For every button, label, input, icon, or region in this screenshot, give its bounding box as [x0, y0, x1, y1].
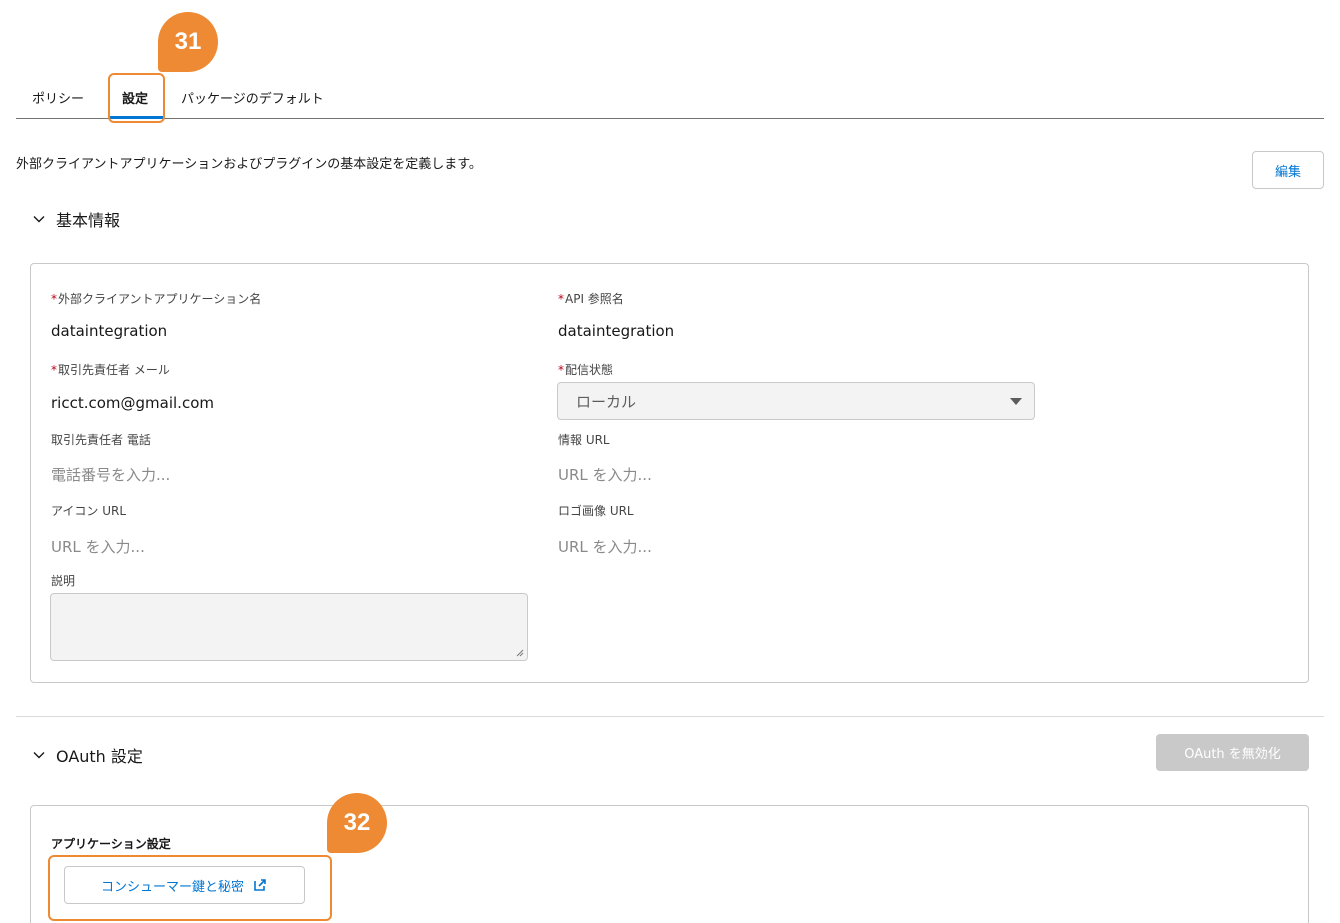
distribution-state-select[interactable]: ローカル: [557, 382, 1035, 420]
callout-badge-32: 32: [327, 793, 387, 853]
callout-badge-31: 31: [158, 12, 218, 72]
icon-url-label: アイコン URL: [51, 504, 127, 518]
section-title: OAuth 設定: [56, 747, 143, 766]
required-mark: *: [558, 363, 564, 377]
app-name-value: dataintegration: [51, 322, 168, 340]
logo-url-label: ロゴ画像 URL: [558, 504, 634, 518]
callout-number: 31: [174, 28, 202, 55]
contact-email-value: ricct.com@gmail.com: [51, 394, 214, 412]
info-url-field[interactable]: URL を入力...: [558, 464, 652, 485]
edit-button[interactable]: 編集: [1252, 151, 1324, 189]
callout-number: 32: [343, 809, 371, 836]
disable-oauth-button[interactable]: OAuth を無効化: [1156, 734, 1309, 771]
logo-url-field[interactable]: URL を入力...: [558, 536, 652, 557]
required-mark: *: [51, 363, 57, 377]
info-url-label: 情報 URL: [558, 433, 610, 447]
select-value: ローカル: [576, 392, 637, 411]
section-oauth-header[interactable]: OAuth 設定: [32, 743, 143, 767]
required-mark: *: [558, 292, 564, 306]
callout-highlight-settings-tab: [108, 73, 165, 123]
tab-policy[interactable]: ポリシー: [32, 88, 84, 107]
chevron-down-icon: [33, 752, 45, 759]
contact-phone-field[interactable]: 電話番号を入力...: [51, 464, 170, 485]
required-mark: *: [51, 292, 57, 306]
contact-phone-label: 取引先責任者 電話: [51, 433, 151, 447]
section-title: 基本情報: [56, 211, 121, 230]
label-text: 取引先責任者 メール: [58, 363, 170, 377]
callout-highlight-consumer-button: [48, 855, 332, 921]
caret-down-icon: [1010, 398, 1022, 405]
label-text: 外部クライアントアプリケーション名: [58, 292, 262, 306]
chevron-down-icon: [33, 216, 45, 223]
contact-email-label: *取引先責任者 メール: [51, 361, 170, 378]
tab-package-defaults[interactable]: パッケージのデフォルト: [181, 88, 324, 107]
section-divider: [16, 716, 1324, 717]
resize-handle-icon[interactable]: [516, 649, 524, 657]
api-name-value: dataintegration: [558, 322, 675, 340]
description-textarea[interactable]: [50, 593, 528, 661]
app-settings-label: アプリケーション設定: [51, 837, 171, 851]
page-description: 外部クライアントアプリケーションおよびプラグインの基本設定を定義します。: [16, 157, 482, 172]
tabs-divider: [16, 118, 1324, 119]
api-name-label: *API 参照名: [558, 290, 624, 307]
label-text: API 参照名: [565, 292, 624, 306]
app-name-label: *外部クライアントアプリケーション名: [51, 290, 261, 307]
icon-url-field[interactable]: URL を入力...: [51, 536, 145, 557]
label-text: 配信状態: [565, 363, 614, 377]
section-basic-info-header[interactable]: 基本情報: [32, 207, 120, 231]
description-label: 説明: [51, 574, 76, 588]
distribution-state-label: *配信状態: [558, 361, 613, 378]
